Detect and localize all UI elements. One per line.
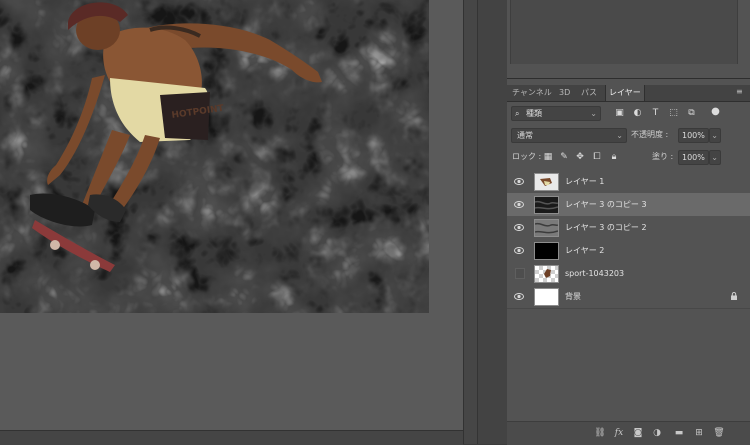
filter-toggle-icon[interactable]: ● [710,106,721,117]
panel-dock-gutter [477,0,508,444]
lock-all-icon[interactable]: 🔒︎ [609,152,619,162]
tab-paths[interactable]: パス [578,85,600,101]
lock-image-icon[interactable]: ✎ [559,152,569,162]
layer-thumbnail [534,219,559,237]
chevron-down-icon: ⌄ [590,109,597,118]
layer-row[interactable]: レイヤー 1 [507,170,750,194]
trash-icon[interactable]: 🗑︎ [713,427,725,439]
layer-name: レイヤー 1 [565,177,605,186]
layer-filter-label: 種類 [526,109,542,118]
upper-panel [507,0,750,79]
tab-channels[interactable]: チャンネル [509,85,555,101]
panel-tab-bar: チャンネル 3D パス レイヤー ≡ [507,85,750,102]
chevron-down-icon: ⌄ [616,131,623,140]
layer-name: sport-1043203 [565,269,625,278]
chevron-down-icon: ⌄ [711,153,718,162]
opacity-value: 100% [682,131,705,140]
layer-row[interactable]: レイヤー 2 [507,239,750,263]
visibility-eye-icon[interactable] [514,292,524,301]
shape-filter-icon[interactable]: ⬚ [668,108,679,119]
fill-value: 100% [682,153,705,162]
layer-row[interactable]: sport-1043203 [507,262,750,286]
panel-menu-icon[interactable]: ≡ [736,88,744,96]
opacity-input[interactable]: 100% [678,128,709,143]
layer-thumbnail [534,196,559,214]
fill-input[interactable]: 100% [678,150,709,165]
lock-position-icon[interactable]: ✥ [575,152,585,162]
layer-row[interactable]: 背景 [507,285,750,309]
layers-panel: チャンネル 3D パス レイヤー ≡ ⌕ 種類 ⌄ ▣ ◐ T ⬚ ⧉ ● 通常… [507,79,750,445]
upper-panel-content [510,0,738,64]
opacity-dropdown[interactable]: ⌄ [709,128,721,143]
document-image[interactable]: HOTPOINT [0,0,429,313]
pixel-filter-icon[interactable]: ▣ [614,108,625,119]
smart-object-filter-icon[interactable]: ⧉ [686,108,697,119]
search-icon: ⌕ [515,109,520,118]
mask-icon[interactable]: ◙ [632,427,644,439]
chevron-down-icon: ⌄ [711,131,718,140]
blend-mode-select[interactable]: 通常 ⌄ [511,128,627,143]
layers-bottom-toolbar: ⛓︎ fx ◙ ◑ ▬ ⊞ 🗑︎ [507,421,750,445]
lock-artboard-icon[interactable]: ⧠ [592,152,602,162]
adjustment-filter-icon[interactable]: ◐ [632,108,643,119]
folder-icon[interactable]: ▬ [673,427,685,439]
skater-figure: HOTPOINT [30,2,322,272]
visibility-toggle-off[interactable] [515,268,525,279]
canvas-area[interactable]: HOTPOINT [0,0,463,430]
layer-filter-select[interactable]: ⌕ 種類 ⌄ [511,106,601,121]
opacity-label: 不透明度 : [631,130,669,139]
layer-row[interactable]: レイヤー 3 のコピー 2 [507,216,750,240]
visibility-eye-icon[interactable] [514,223,524,232]
layer-name: レイヤー 3 のコピー 2 [565,223,647,232]
horizontal-scrollbar[interactable] [0,430,463,445]
layer-row[interactable]: レイヤー 3 のコピー 3 [507,193,750,217]
link-icon[interactable]: ⛓︎ [594,427,606,439]
layer-name: レイヤー 2 [565,246,605,255]
type-filter-icon[interactable]: T [650,108,661,119]
blend-mode-value: 通常 [517,131,533,140]
layer-thumbnail [534,288,559,306]
tab-layers[interactable]: レイヤー [605,85,645,101]
layer-name: 背景 [565,292,581,301]
fx-icon[interactable]: fx [613,427,625,439]
layer-name: レイヤー 3 のコピー 3 [565,200,647,209]
lock-transparent-icon[interactable]: ▦ [543,152,553,162]
fill-dropdown[interactable]: ⌄ [709,150,721,165]
visibility-eye-icon[interactable] [514,246,524,255]
adjustment-icon[interactable]: ◑ [651,427,663,439]
layer-thumbnail [534,265,559,283]
lock-label: ロック : [512,152,542,161]
layer-thumbnail [534,173,559,191]
tab-3d[interactable]: 3D [556,85,573,101]
fill-label: 塗り : [652,152,674,161]
visibility-eye-icon[interactable] [514,200,524,209]
vertical-scrollbar[interactable] [463,0,478,444]
new-layer-icon[interactable]: ⊞ [693,427,705,439]
layer-lock-icon [731,292,737,300]
layer-thumbnail [534,242,559,260]
visibility-eye-icon[interactable] [514,177,524,186]
